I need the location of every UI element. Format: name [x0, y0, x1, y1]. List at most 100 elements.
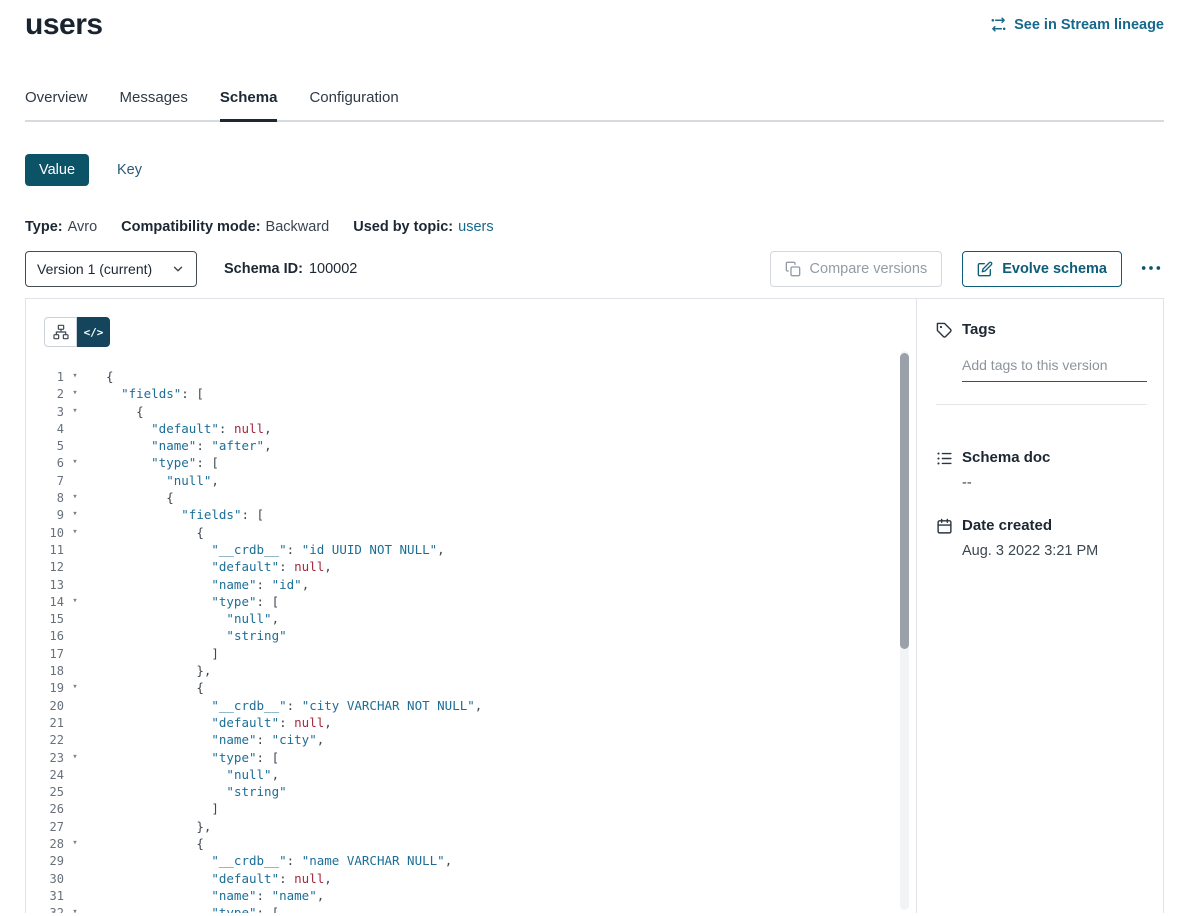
line-number: 3 [26, 404, 64, 421]
line-number: 19 [26, 680, 64, 697]
code-text: "null", [106, 473, 219, 488]
line-number: 22 [26, 732, 64, 749]
fold-toggle-icon[interactable]: ▾ [68, 403, 82, 420]
schema-editor-pane: </> 1▾{2▾ "fields": [3▾ {4 "default": nu… [26, 299, 917, 913]
page: users See in Stream lineage Overview Mes… [0, 0, 1189, 913]
ellipsis-icon [1140, 257, 1162, 279]
line-number: 17 [26, 646, 64, 663]
topic-link[interactable]: users [458, 219, 493, 235]
code-line: 27 }, [26, 818, 916, 835]
code-line: 24 "null", [26, 766, 916, 783]
code-view-button[interactable]: </> [77, 317, 110, 347]
code-text: "__crdb__": "city VARCHAR NOT NULL", [106, 698, 482, 713]
tab-configuration[interactable]: Configuration [309, 89, 398, 122]
fold-toggle-icon[interactable]: ▾ [68, 385, 82, 402]
code-line: 16 "string" [26, 627, 916, 644]
tab-schema[interactable]: Schema [220, 89, 278, 122]
meta-compat-value: Backward [266, 219, 330, 235]
line-number: 10 [26, 525, 64, 542]
scrollbar-track[interactable] [900, 351, 909, 910]
schema-sidebar: Tags Schema doc -- Date created Aug. 3 2… [917, 299, 1163, 913]
code-line: 11 "__crdb__": "id UUID NOT NULL", [26, 541, 916, 558]
edit-icon [977, 261, 993, 277]
fold-toggle-icon[interactable]: ▾ [68, 593, 82, 610]
more-actions-button[interactable] [1138, 253, 1164, 286]
code-line: 22 "name": "city", [26, 731, 916, 748]
add-tags-input[interactable] [962, 355, 1147, 382]
code-lines: 1▾{2▾ "fields": [3▾ {4 "default": null,5… [26, 368, 916, 913]
stream-lineage-link[interactable]: See in Stream lineage [990, 16, 1164, 33]
code-text: "name": "city", [106, 732, 324, 747]
tree-view-button[interactable] [44, 317, 77, 347]
code-line: 26 ] [26, 800, 916, 817]
fold-toggle-icon[interactable]: ▾ [68, 904, 82, 913]
code-line: 25 "string" [26, 783, 916, 800]
fold-toggle-icon[interactable]: ▾ [68, 506, 82, 523]
value-toggle-button[interactable]: Value [25, 154, 89, 186]
tag-icon [936, 322, 953, 339]
code-line: 3▾ { [26, 403, 916, 420]
date-created-title: Date created [962, 517, 1052, 534]
line-number: 23 [26, 750, 64, 767]
line-number: 16 [26, 628, 64, 645]
code-text: { [106, 836, 204, 851]
code-line: 32▾ "type": [ [26, 904, 916, 913]
code-line: 13 "name": "id", [26, 576, 916, 593]
line-number: 6 [26, 455, 64, 472]
meta-type-label: Type: [25, 219, 63, 235]
schema-meta-row: Type:Avro Compatibility mode:Backward Us… [25, 219, 1164, 235]
code-text: { [106, 369, 114, 384]
calendar-icon [936, 518, 953, 535]
stream-lineage-icon [990, 16, 1007, 33]
code-line: 1▾ { [26, 368, 916, 385]
code-line: 23▾ "type": [ [26, 749, 916, 766]
tab-messages[interactable]: Messages [120, 89, 188, 122]
version-bar: Version 1 (current) Schema ID:100002 Com… [25, 251, 1164, 287]
version-select[interactable]: Version 1 (current) [25, 251, 197, 287]
line-number: 8 [26, 490, 64, 507]
compare-versions-button[interactable]: Compare versions [770, 251, 943, 287]
code-text: { [106, 490, 174, 505]
line-number: 30 [26, 871, 64, 888]
code-line: 10▾ { [26, 524, 916, 541]
line-number: 2 [26, 386, 64, 403]
scrollbar-thumb[interactable] [900, 353, 909, 649]
code-text: "__crdb__": "name VARCHAR NULL", [106, 853, 452, 868]
line-number: 4 [26, 421, 64, 438]
fold-toggle-icon[interactable]: ▾ [68, 489, 82, 506]
fold-toggle-icon[interactable]: ▾ [68, 749, 82, 766]
date-created-value: Aug. 3 2022 3:21 PM [962, 543, 1147, 559]
meta-compat: Compatibility mode:Backward [121, 219, 329, 235]
line-number: 21 [26, 715, 64, 732]
code-text: "type": [ [106, 905, 279, 913]
fold-toggle-icon[interactable]: ▾ [68, 454, 82, 471]
code-line: 29 "__crdb__": "name VARCHAR NULL", [26, 852, 916, 869]
code-line: 9▾ "fields": [ [26, 506, 916, 523]
fold-toggle-icon[interactable]: ▾ [68, 835, 82, 852]
line-number: 1 [26, 369, 64, 386]
code-text: ] [106, 801, 219, 816]
code-text: { [106, 404, 144, 419]
schema-panel: </> 1▾{2▾ "fields": [3▾ {4 "default": nu… [25, 298, 1164, 913]
fold-toggle-icon[interactable]: ▾ [68, 679, 82, 696]
code-text: "null", [106, 767, 279, 782]
code-line: 20 "__crdb__": "city VARCHAR NOT NULL", [26, 697, 916, 714]
page-header: users See in Stream lineage [25, 0, 1164, 42]
tree-view-icon [53, 324, 69, 340]
schema-id-value: 100002 [309, 261, 357, 277]
tab-overview[interactable]: Overview [25, 89, 88, 122]
fold-toggle-icon[interactable]: ▾ [68, 524, 82, 541]
version-select-value: Version 1 (current) [37, 261, 152, 277]
evolve-schema-button[interactable]: Evolve schema [962, 251, 1122, 287]
code-text: "null", [106, 611, 279, 626]
key-toggle-button[interactable]: Key [103, 154, 156, 186]
evolve-schema-label: Evolve schema [1002, 261, 1107, 277]
line-number: 25 [26, 784, 64, 801]
compare-icon [785, 261, 801, 277]
compare-versions-label: Compare versions [810, 261, 928, 277]
meta-topic-label: Used by topic: [353, 219, 453, 235]
code-text: "string" [106, 784, 287, 799]
fold-toggle-icon[interactable]: ▾ [68, 368, 82, 385]
schema-doc-value: -- [962, 475, 1147, 491]
code-line: 15 "null", [26, 610, 916, 627]
